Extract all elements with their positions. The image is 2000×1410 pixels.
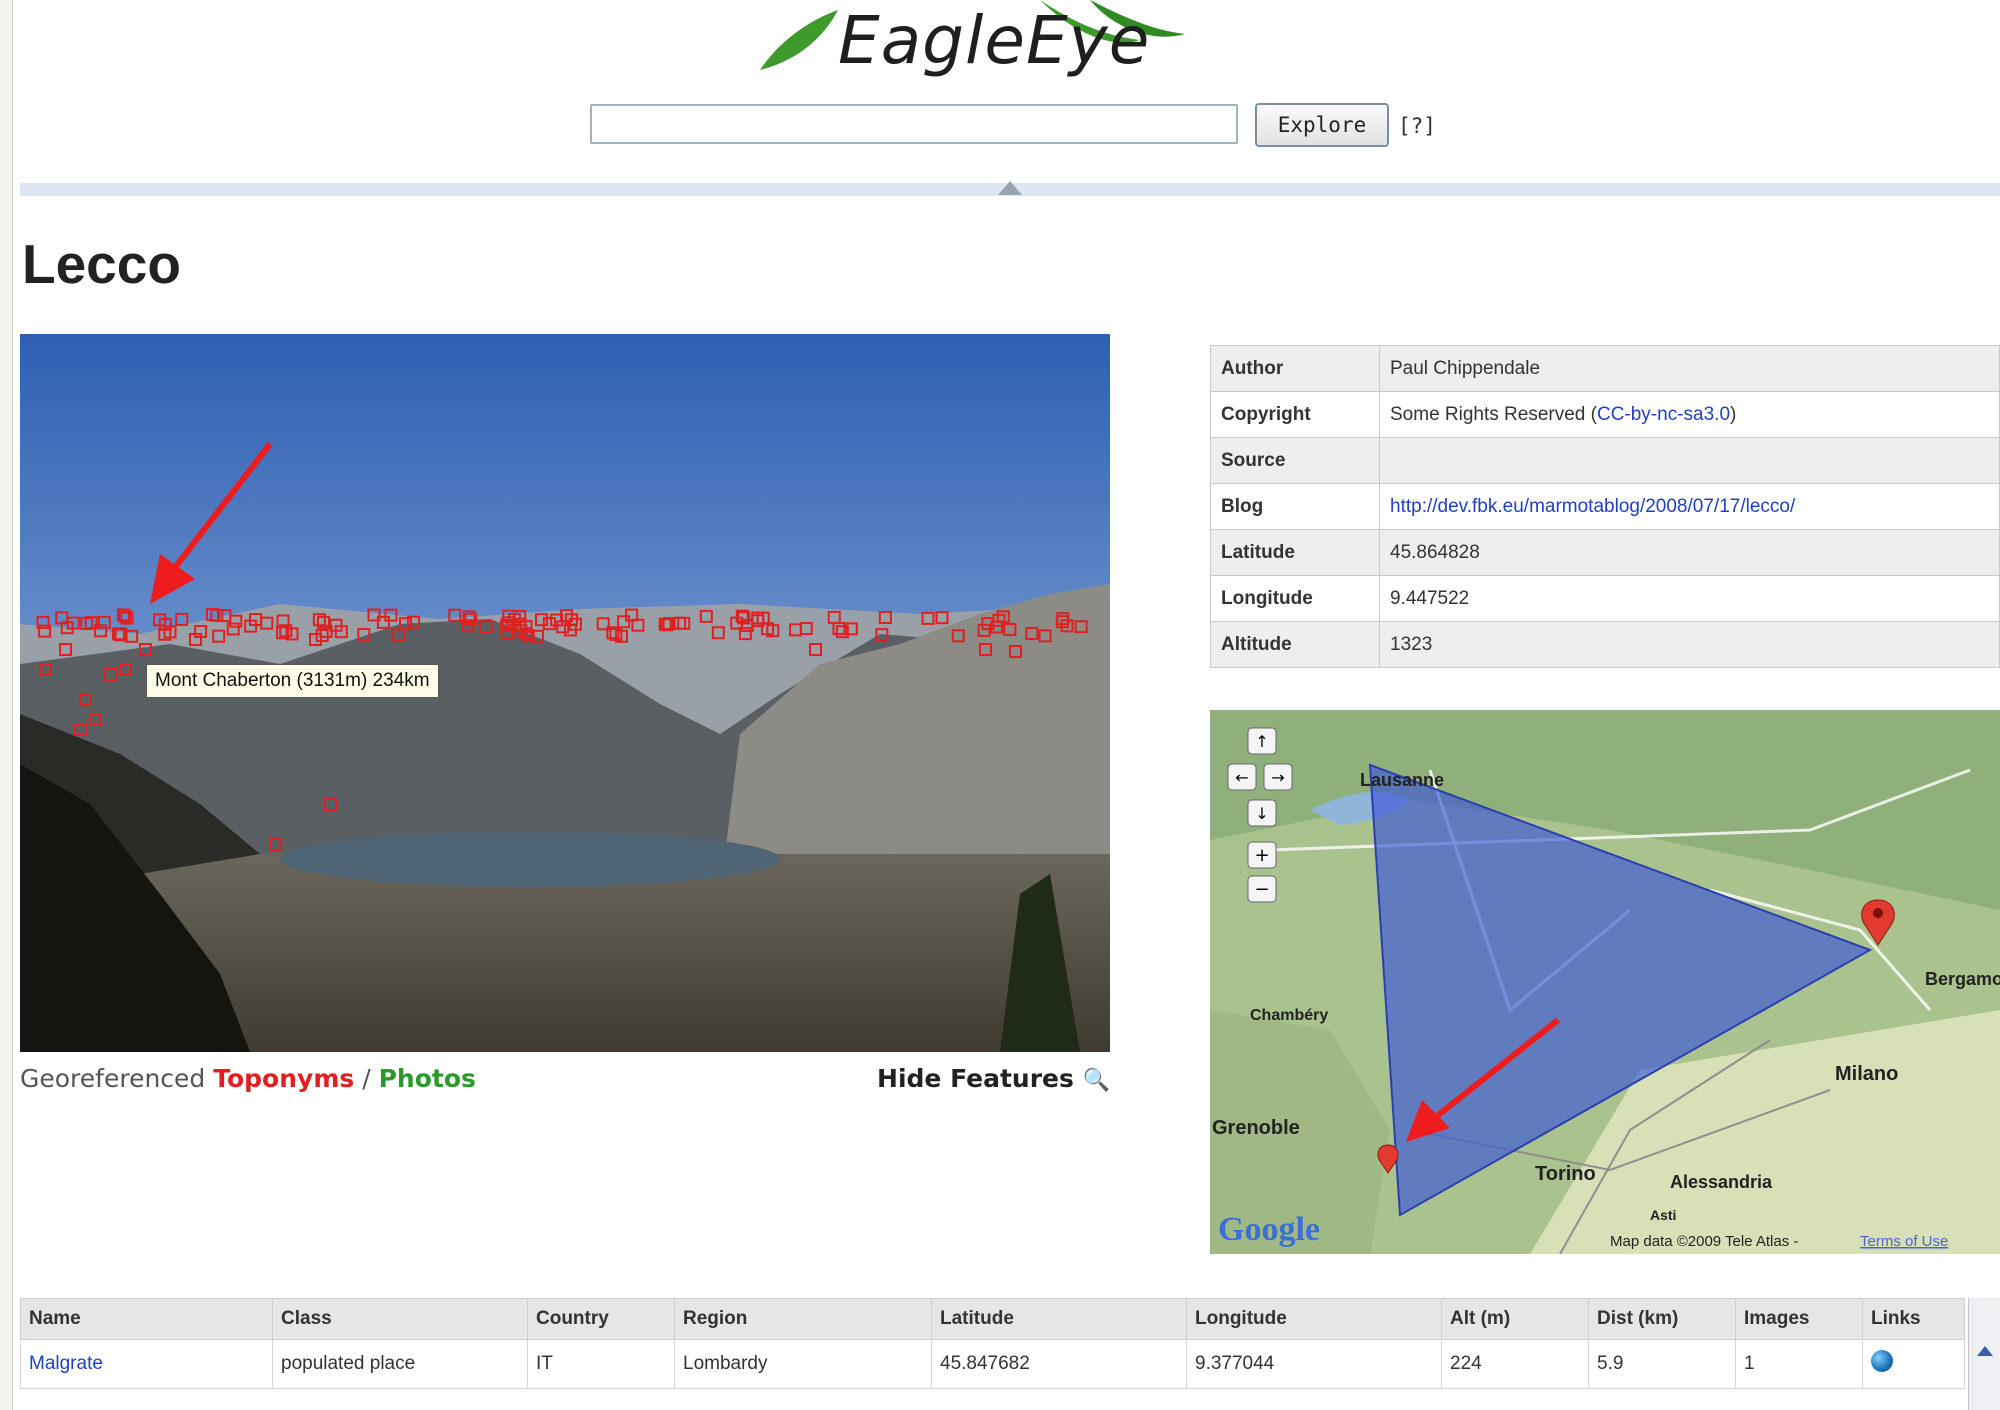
toponym-name-link[interactable]: Malgrate [29, 1353, 103, 1374]
info-row-author: Author Paul Chippendale [1210, 345, 2000, 392]
eagleeye-logo[interactable]: EagleEye [740, 0, 1260, 90]
map-copyright: Map data ©2009 Tele Atlas - [1610, 1233, 1798, 1250]
map-canvas[interactable]: ↑ ← → ↓ + − Lausanne Chambéry Grenoble T… [1210, 710, 2000, 1254]
blog-link[interactable]: http://dev.fbk.eu/marmotablog/2008/07/17… [1390, 496, 1795, 517]
info-row-longitude: Longitude 9.447522 [1210, 575, 2000, 622]
svg-text:←: ← [1235, 768, 1248, 787]
column-header[interactable]: Alt (m) [1441, 1298, 1589, 1340]
info-value: Paul Chippendale [1379, 345, 2000, 392]
cell-longitude: 9.377044 [1186, 1339, 1442, 1389]
info-value: 1323 [1379, 621, 2000, 668]
table-header-row: Name Class Country Region Latitude Longi… [20, 1298, 1965, 1340]
georeferenced-label: Georeferenced [20, 1064, 206, 1093]
cell-country: IT [527, 1339, 675, 1389]
column-header[interactable]: Images [1735, 1298, 1863, 1340]
info-value [1379, 437, 2000, 484]
left-frame-edge [0, 0, 13, 1410]
cell-name: Malgrate [20, 1339, 273, 1389]
svg-text:+: + [1254, 845, 1269, 866]
photo-info-table: Author Paul Chippendale Copyright Some R… [1210, 345, 2000, 668]
collapse-handle-icon[interactable] [998, 181, 1022, 195]
map-label: Bergamo [1925, 969, 2000, 989]
cell-class: populated place [272, 1339, 528, 1389]
info-key: Latitude [1210, 529, 1380, 576]
license-link[interactable]: CC-by-nc-sa3.0 [1597, 404, 1730, 425]
hide-features-button[interactable]: Hide Features 🔍 [877, 1064, 1110, 1093]
cell-altitude: 224 [1441, 1339, 1589, 1389]
map-label: Lausanne [1360, 770, 1444, 790]
cell-images: 1 [1735, 1339, 1863, 1389]
photos-link[interactable]: Photos [379, 1064, 476, 1093]
magnifier-icon: 🔍 [1082, 1068, 1110, 1093]
map-label: Asti [1650, 1207, 1676, 1223]
column-header[interactable]: Links [1862, 1298, 1965, 1340]
svg-text:→: → [1271, 768, 1284, 787]
cell-latitude: 45.847682 [931, 1339, 1187, 1389]
toponym-tooltip: Mont Chaberton (3131m) 234km [146, 664, 439, 698]
map-label: Alessandria [1670, 1172, 1773, 1192]
info-row-blog: Blog http://dev.fbk.eu/marmotablog/2008/… [1210, 483, 2000, 530]
map-label: Milano [1835, 1063, 1898, 1085]
map-label: Torino [1535, 1163, 1596, 1185]
svg-text:−: − [1254, 879, 1269, 900]
separator: / [362, 1064, 371, 1093]
cell-links [1862, 1339, 1965, 1389]
table-scrollbar[interactable] [1968, 1298, 2000, 1410]
toponyms-table: Name Class Country Region Latitude Longi… [20, 1298, 1965, 1389]
table-row[interactable]: Malgrate populated place IT Lombardy 45.… [20, 1339, 1965, 1389]
info-key: Blog [1210, 483, 1380, 530]
info-key: Author [1210, 345, 1380, 392]
info-row-copyright: Copyright Some Rights Reserved (CC-by-nc… [1210, 391, 2000, 438]
page-title: Lecco [22, 233, 181, 295]
scroll-up-icon[interactable] [1977, 1346, 1993, 1356]
explore-button[interactable]: Explore [1255, 103, 1389, 147]
info-key: Source [1210, 437, 1380, 484]
search-input[interactable] [590, 104, 1238, 144]
google-logo[interactable]: Google [1218, 1211, 1320, 1248]
svg-text:↓: ↓ [1255, 804, 1268, 823]
features-bar: Georeferenced Toponyms / Photos Hide Fea… [20, 1064, 1110, 1098]
toponyms-link[interactable]: Toponyms [213, 1064, 354, 1093]
column-header[interactable]: Latitude [931, 1298, 1187, 1340]
copyright-text: Some Rights Reserved ( [1390, 403, 1597, 425]
column-header[interactable]: Name [20, 1298, 273, 1340]
map-terms-link[interactable]: Terms of Use [1860, 1233, 1948, 1250]
info-value: 9.447522 [1379, 575, 2000, 622]
column-header[interactable]: Country [527, 1298, 675, 1340]
info-value: http://dev.fbk.eu/marmotablog/2008/07/17… [1379, 483, 2000, 530]
copyright-suffix: ) [1730, 403, 1737, 425]
logo-text: EagleEye [838, 2, 1151, 79]
info-key: Altitude [1210, 621, 1380, 668]
help-link[interactable]: [?] [1398, 114, 1436, 138]
map-label: Grenoble [1212, 1117, 1300, 1139]
location-map[interactable]: ↑ ← → ↓ + − Lausanne Chambéry Grenoble T… [1210, 710, 2000, 1254]
info-value: 45.864828 [1379, 529, 2000, 576]
info-key: Longitude [1210, 575, 1380, 622]
info-row-source: Source [1210, 437, 2000, 484]
globe-icon[interactable] [1871, 1350, 1893, 1372]
info-row-latitude: Latitude 45.864828 [1210, 529, 2000, 576]
hide-features-label: Hide Features [877, 1064, 1074, 1093]
svg-text:↑: ↑ [1255, 732, 1268, 751]
column-header[interactable]: Longitude [1186, 1298, 1442, 1340]
info-key: Copyright [1210, 391, 1380, 438]
column-header[interactable]: Class [272, 1298, 528, 1340]
info-value: Some Rights Reserved (CC-by-nc-sa3.0) [1379, 391, 2000, 438]
map-label: Chambéry [1250, 1007, 1328, 1024]
info-row-altitude: Altitude 1323 [1210, 621, 2000, 668]
column-header[interactable]: Dist (km) [1588, 1298, 1736, 1340]
column-header[interactable]: Region [674, 1298, 932, 1340]
cell-distance: 5.9 [1588, 1339, 1736, 1389]
cell-region: Lombardy [674, 1339, 932, 1389]
